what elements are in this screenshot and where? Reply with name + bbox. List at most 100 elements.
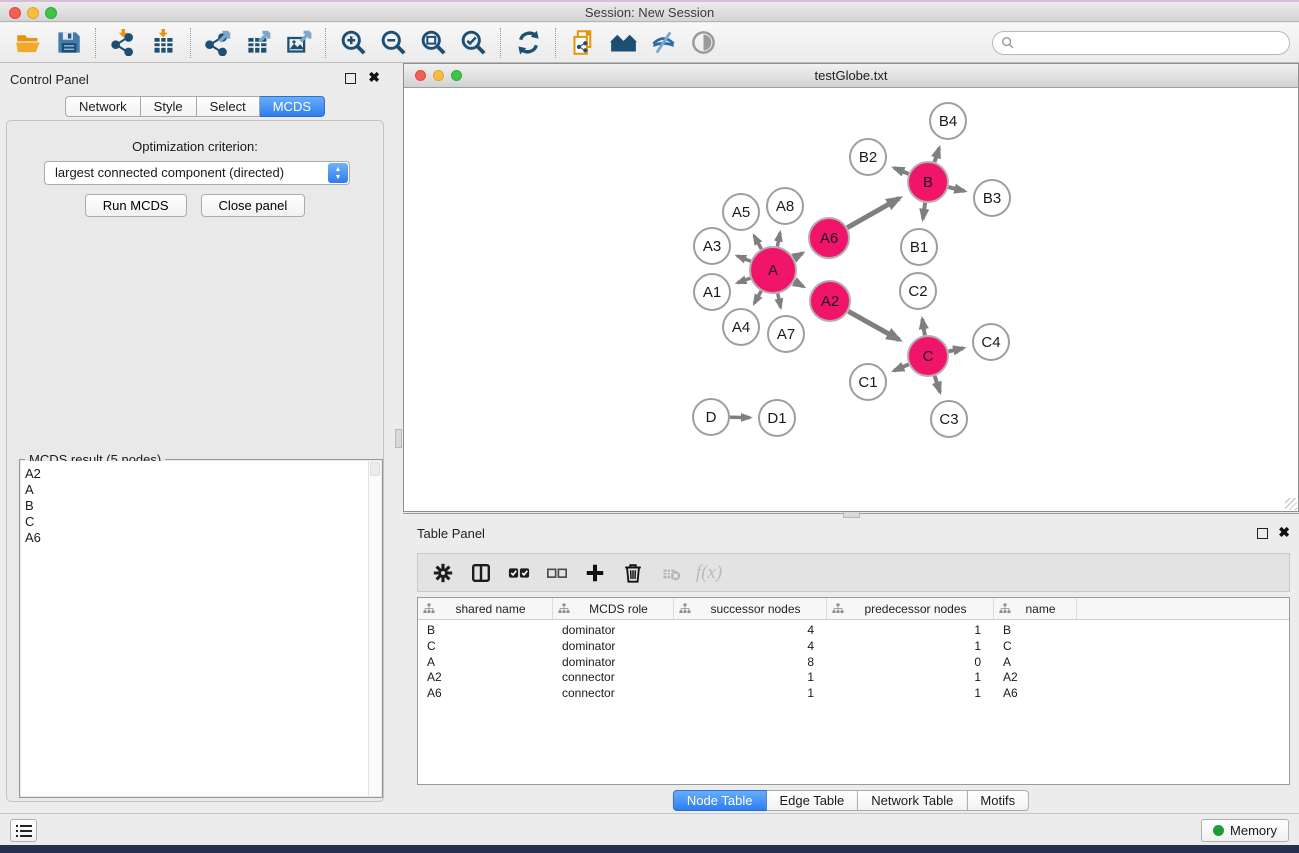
refresh-button[interactable] — [508, 26, 548, 60]
select-all-button[interactable] — [500, 557, 538, 589]
export-network-button[interactable] — [198, 26, 238, 60]
cell[interactable]: 4 — [674, 623, 827, 639]
node-D[interactable]: D — [693, 399, 729, 435]
node-A1[interactable]: A1 — [694, 274, 730, 310]
table-row[interactable]: A2connector11A2 — [418, 670, 1289, 686]
table-row[interactable]: Bdominator41B — [418, 623, 1289, 639]
column-header-successor-nodes[interactable]: successor nodes — [674, 598, 827, 619]
zoom-fit-button[interactable] — [413, 26, 453, 60]
node-B4[interactable]: B4 — [930, 103, 966, 139]
edge-A-A4[interactable] — [754, 291, 761, 303]
cell[interactable]: 8 — [674, 655, 827, 671]
resize-grip[interactable] — [1285, 498, 1297, 510]
edge-C-C1[interactable] — [894, 364, 909, 370]
result-scrollbar[interactable] — [368, 461, 381, 796]
cell[interactable]: A — [994, 655, 1077, 671]
edge-C-C2[interactable] — [922, 319, 924, 335]
node-A2[interactable]: A2 — [810, 281, 850, 321]
zoom-in-button[interactable] — [333, 26, 373, 60]
result-item[interactable]: B — [25, 498, 381, 514]
node-A8[interactable]: A8 — [767, 188, 803, 224]
cell[interactable]: A2 — [994, 670, 1077, 686]
result-item[interactable]: A — [25, 482, 381, 498]
cell[interactable]: B — [418, 623, 553, 639]
node-C4[interactable]: C4 — [973, 324, 1009, 360]
table-row[interactable]: Cdominator41C — [418, 639, 1289, 655]
node-A6[interactable]: A6 — [809, 218, 849, 258]
criterion-dropdown[interactable]: largest connected component (directed) ▲… — [44, 161, 350, 185]
cell[interactable]: A — [418, 655, 553, 671]
node-B3[interactable]: B3 — [974, 180, 1010, 216]
task-history-button[interactable] — [10, 819, 37, 842]
gear-button[interactable] — [424, 557, 462, 589]
edge-A-A8[interactable] — [777, 233, 780, 247]
edge-A6-B[interactable] — [847, 198, 899, 227]
node-C2[interactable]: C2 — [900, 273, 936, 309]
export-table-button[interactable] — [238, 26, 278, 60]
import-table-button[interactable] — [143, 26, 183, 60]
cell[interactable]: 1 — [827, 639, 994, 655]
cell[interactable]: 4 — [674, 639, 827, 655]
node-B[interactable]: B — [908, 162, 948, 202]
table-row[interactable]: A6connector11A6 — [418, 686, 1289, 702]
cell[interactable]: connector — [553, 670, 674, 686]
cell[interactable]: 1 — [674, 686, 827, 702]
edge-A-A1[interactable] — [737, 278, 750, 283]
result-item[interactable]: C — [25, 514, 381, 530]
add-button[interactable] — [576, 557, 614, 589]
edge-A-A5[interactable] — [754, 236, 761, 249]
cell[interactable]: 1 — [827, 670, 994, 686]
edge-B-B3[interactable] — [948, 187, 964, 191]
close-panel-button[interactable]: Close panel — [201, 194, 306, 217]
float-panel-icon[interactable] — [345, 73, 356, 84]
close-panel-icon[interactable]: ✖ — [368, 69, 380, 86]
cell[interactable]: 1 — [827, 686, 994, 702]
close-table-panel-icon[interactable]: ✖ — [1278, 524, 1290, 541]
cell[interactable]: 0 — [827, 655, 994, 671]
search-input[interactable] — [992, 31, 1290, 55]
cell[interactable]: C — [418, 639, 553, 655]
cell[interactable]: A2 — [418, 670, 553, 686]
result-item[interactable]: A6 — [25, 530, 381, 546]
edge-A-A3[interactable] — [737, 256, 750, 261]
node-B2[interactable]: B2 — [850, 139, 886, 175]
result-item[interactable]: A2 — [25, 466, 381, 482]
memory-button[interactable]: Memory — [1201, 819, 1289, 842]
cell[interactable]: connector — [553, 686, 674, 702]
edge-B-B1[interactable] — [923, 203, 925, 219]
delete-button[interactable] — [614, 557, 652, 589]
tab-mcds[interactable]: MCDS — [260, 96, 325, 117]
node-D1[interactable]: D1 — [759, 400, 795, 436]
cell[interactable]: 1 — [674, 670, 827, 686]
edge-C-C4[interactable] — [948, 348, 963, 351]
node-A[interactable]: A — [750, 247, 796, 293]
tab-style[interactable]: Style — [141, 96, 197, 117]
node-C1[interactable]: C1 — [850, 364, 886, 400]
tab-node-table[interactable]: Node Table — [673, 790, 767, 811]
zoom-out-button[interactable] — [373, 26, 413, 60]
cell[interactable]: dominator — [553, 623, 674, 639]
deselect-all-button[interactable] — [538, 557, 576, 589]
column-header-name[interactable]: name — [994, 598, 1077, 619]
node-B1[interactable]: B1 — [901, 229, 937, 265]
table-row[interactable]: Adominator80A — [418, 655, 1289, 671]
cell[interactable]: dominator — [553, 655, 674, 671]
node-C[interactable]: C — [908, 336, 948, 376]
zoom-selected-button[interactable] — [453, 26, 493, 60]
column-header-shared-name[interactable]: shared name — [418, 598, 553, 619]
edge-A2-C[interactable] — [848, 311, 899, 340]
run-mcds-button[interactable]: Run MCDS — [85, 194, 187, 217]
show-all-button[interactable] — [683, 26, 723, 60]
cell[interactable]: A6 — [418, 686, 553, 702]
network-canvas[interactable]: AA6A2BCA5A8A3A1A4A7B2B4B3B1C2C4C1C3DD1 — [404, 88, 1298, 511]
edge-A-A6[interactable] — [794, 253, 803, 258]
cell[interactable]: 1 — [827, 623, 994, 639]
export-image-button[interactable] — [278, 26, 318, 60]
node-A7[interactable]: A7 — [768, 316, 804, 352]
node-A3[interactable]: A3 — [694, 228, 730, 264]
float-table-panel-icon[interactable] — [1257, 528, 1268, 539]
clone-network-button[interactable] — [563, 26, 603, 60]
edge-A-A7[interactable] — [778, 294, 781, 308]
column-header-predecessor-nodes[interactable]: predecessor nodes — [827, 598, 994, 619]
node-A5[interactable]: A5 — [723, 194, 759, 230]
